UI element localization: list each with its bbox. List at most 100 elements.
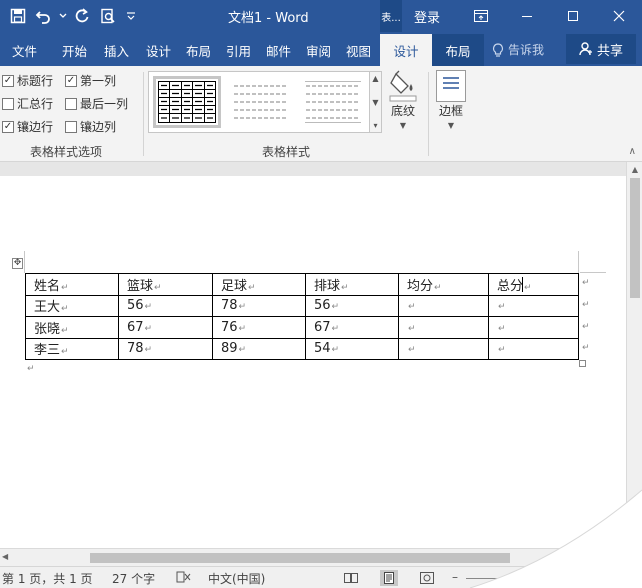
table-cell[interactable]: 张晓↵ bbox=[25, 316, 119, 339]
gallery-more-icon[interactable]: ▾ bbox=[373, 121, 377, 130]
word-count[interactable]: 27 个字 bbox=[112, 570, 155, 587]
table-cell[interactable]: 篮球↵ bbox=[118, 273, 213, 296]
table-cell[interactable]: ↵ bbox=[488, 337, 579, 360]
end-of-row-mark: ↵ bbox=[582, 278, 590, 288]
tab-insert[interactable]: 插入 bbox=[104, 41, 129, 60]
table-resize-handle[interactable] bbox=[579, 360, 586, 367]
table-cell[interactable]: 78↵ bbox=[118, 337, 213, 360]
group-separator bbox=[428, 72, 429, 156]
table-cell[interactable]: 总分↵ bbox=[488, 273, 579, 296]
horizontal-scrollbar[interactable]: ◀ bbox=[0, 548, 626, 566]
table-cell[interactable]: 排球↵ bbox=[305, 273, 399, 296]
page-count[interactable]: 第 1 页，共 1 页 bbox=[2, 570, 93, 587]
table-style-grid[interactable] bbox=[153, 76, 221, 128]
option-label: 第一列 bbox=[80, 74, 117, 88]
option-total-row[interactable]: 汇总行 bbox=[2, 95, 53, 112]
table-cell[interactable]: 足球↵ bbox=[212, 273, 306, 296]
tab-mailings[interactable]: 邮件 bbox=[266, 41, 291, 60]
ribbon-tabs: 文件 开始 插入 设计 布局 引用 邮件 审阅 视图 设计 布局 告诉我 共享 bbox=[0, 32, 642, 66]
end-of-row-mark: ↵ bbox=[582, 300, 590, 310]
option-header-row[interactable]: ✓ 标题行 bbox=[2, 72, 53, 89]
table-move-handle[interactable]: ✥ bbox=[12, 258, 23, 269]
table-cell[interactable]: 67↵ bbox=[118, 316, 213, 339]
table-cell[interactable]: ↵ bbox=[398, 316, 489, 339]
tab-layout[interactable]: 布局 bbox=[186, 41, 211, 60]
tell-me-search[interactable]: 告诉我 bbox=[492, 41, 544, 58]
scroll-up-icon[interactable]: ▲ bbox=[372, 74, 378, 83]
tab-home[interactable]: 开始 bbox=[62, 41, 87, 60]
gallery-scroll[interactable]: ▲ ▼ ▾ bbox=[369, 72, 381, 132]
table-cell[interactable]: ↵ bbox=[488, 294, 579, 317]
header-row-checkbox[interactable]: ✓ bbox=[2, 74, 14, 87]
scroll-down-icon[interactable]: ▼ bbox=[372, 98, 378, 107]
scrollbar-thumb[interactable] bbox=[90, 553, 510, 563]
undo-dropdown-icon[interactable] bbox=[58, 4, 68, 28]
shading-button[interactable]: 底纹 ▼ bbox=[388, 70, 418, 130]
ribbon-display-options-icon[interactable] bbox=[458, 0, 504, 32]
table-cell[interactable]: ↵ bbox=[398, 337, 489, 360]
table-cell[interactable]: 王大↵ bbox=[25, 294, 119, 317]
tab-design[interactable]: 设计 bbox=[146, 41, 171, 60]
group-label-table-style-options: 表格样式选项 bbox=[30, 145, 103, 159]
table-cell[interactable]: 56↵ bbox=[118, 294, 213, 317]
scrollbar-thumb[interactable] bbox=[630, 178, 640, 298]
scroll-left-arrow-icon[interactable]: ◀ bbox=[2, 552, 8, 561]
tab-references[interactable]: 引用 bbox=[226, 41, 251, 60]
option-banded-columns[interactable]: 镶边列 bbox=[65, 118, 116, 135]
last-column-checkbox[interactable] bbox=[65, 97, 77, 110]
proofing-icon[interactable] bbox=[176, 570, 192, 587]
end-of-row-mark: ↵ bbox=[582, 322, 590, 332]
borders-button[interactable]: 边框 ▼ bbox=[436, 70, 466, 130]
table-cell[interactable]: 56↵ bbox=[305, 294, 399, 317]
web-layout-icon[interactable] bbox=[418, 570, 436, 586]
redo-icon[interactable] bbox=[70, 4, 94, 28]
tab-review[interactable]: 审阅 bbox=[306, 41, 331, 60]
read-mode-icon[interactable] bbox=[342, 570, 360, 586]
zoom-out-icon[interactable]: – bbox=[452, 570, 458, 584]
option-last-column[interactable]: 最后一列 bbox=[65, 95, 128, 112]
group-label-table-styles: 表格样式 bbox=[262, 145, 311, 159]
undo-icon[interactable] bbox=[32, 4, 56, 28]
table-cell[interactable]: 67↵ bbox=[305, 316, 399, 339]
tab-table-design[interactable]: 设计 bbox=[380, 34, 432, 66]
table-cell[interactable]: 李三↵ bbox=[25, 337, 119, 360]
table-style-plain-2[interactable] bbox=[299, 76, 367, 128]
banded-rows-checkbox[interactable]: ✓ bbox=[2, 120, 14, 133]
save-icon[interactable] bbox=[6, 4, 30, 28]
customize-toolbar-icon[interactable] bbox=[122, 4, 140, 28]
table-cell[interactable]: ↵ bbox=[398, 294, 489, 317]
print-layout-icon[interactable] bbox=[380, 570, 398, 586]
tab-view[interactable]: 视图 bbox=[346, 41, 371, 60]
tab-table-layout[interactable]: 布局 bbox=[432, 34, 484, 66]
document-page[interactable] bbox=[0, 176, 626, 548]
share-button[interactable]: 共享 bbox=[566, 34, 636, 64]
first-column-checkbox[interactable]: ✓ bbox=[65, 74, 77, 87]
table-cell[interactable]: 76↵ bbox=[212, 316, 306, 339]
collapse-ribbon-icon[interactable]: ∧ bbox=[629, 146, 636, 157]
scroll-up-arrow-icon[interactable]: ▲ bbox=[627, 162, 642, 176]
table-style-plain-1[interactable] bbox=[227, 76, 295, 128]
table-cell[interactable]: 78↵ bbox=[212, 294, 306, 317]
zoom-slider[interactable] bbox=[466, 578, 566, 579]
table-cell[interactable]: 89↵ bbox=[212, 337, 306, 360]
table-cell[interactable]: 均分↵ bbox=[398, 273, 489, 296]
option-first-column[interactable]: ✓ 第一列 bbox=[65, 72, 116, 89]
table-cell[interactable]: 姓名↵ bbox=[25, 273, 119, 296]
language-indicator[interactable]: 中文(中国) bbox=[208, 570, 265, 587]
close-icon[interactable] bbox=[596, 0, 642, 32]
banded-columns-checkbox[interactable] bbox=[65, 120, 77, 133]
table-row: 王大↵ 56↵ 78↵ 56↵ ↵ ↵ bbox=[25, 294, 579, 317]
table-cell[interactable]: ↵ bbox=[488, 316, 579, 339]
minimize-icon[interactable] bbox=[504, 0, 550, 32]
print-preview-icon[interactable] bbox=[96, 4, 120, 28]
table-cell[interactable]: 54↵ bbox=[305, 337, 399, 360]
vertical-scrollbar[interactable]: ▲ bbox=[626, 162, 642, 548]
tab-file[interactable]: 文件 bbox=[12, 41, 37, 60]
total-row-checkbox[interactable] bbox=[2, 97, 14, 110]
quick-access-toolbar bbox=[6, 4, 140, 28]
chevron-down-icon: ▼ bbox=[399, 121, 407, 130]
row-guide bbox=[580, 272, 606, 273]
login-button[interactable]: 登录 bbox=[404, 0, 450, 32]
option-banded-rows[interactable]: ✓ 镶边行 bbox=[2, 118, 53, 135]
maximize-icon[interactable] bbox=[550, 0, 596, 32]
